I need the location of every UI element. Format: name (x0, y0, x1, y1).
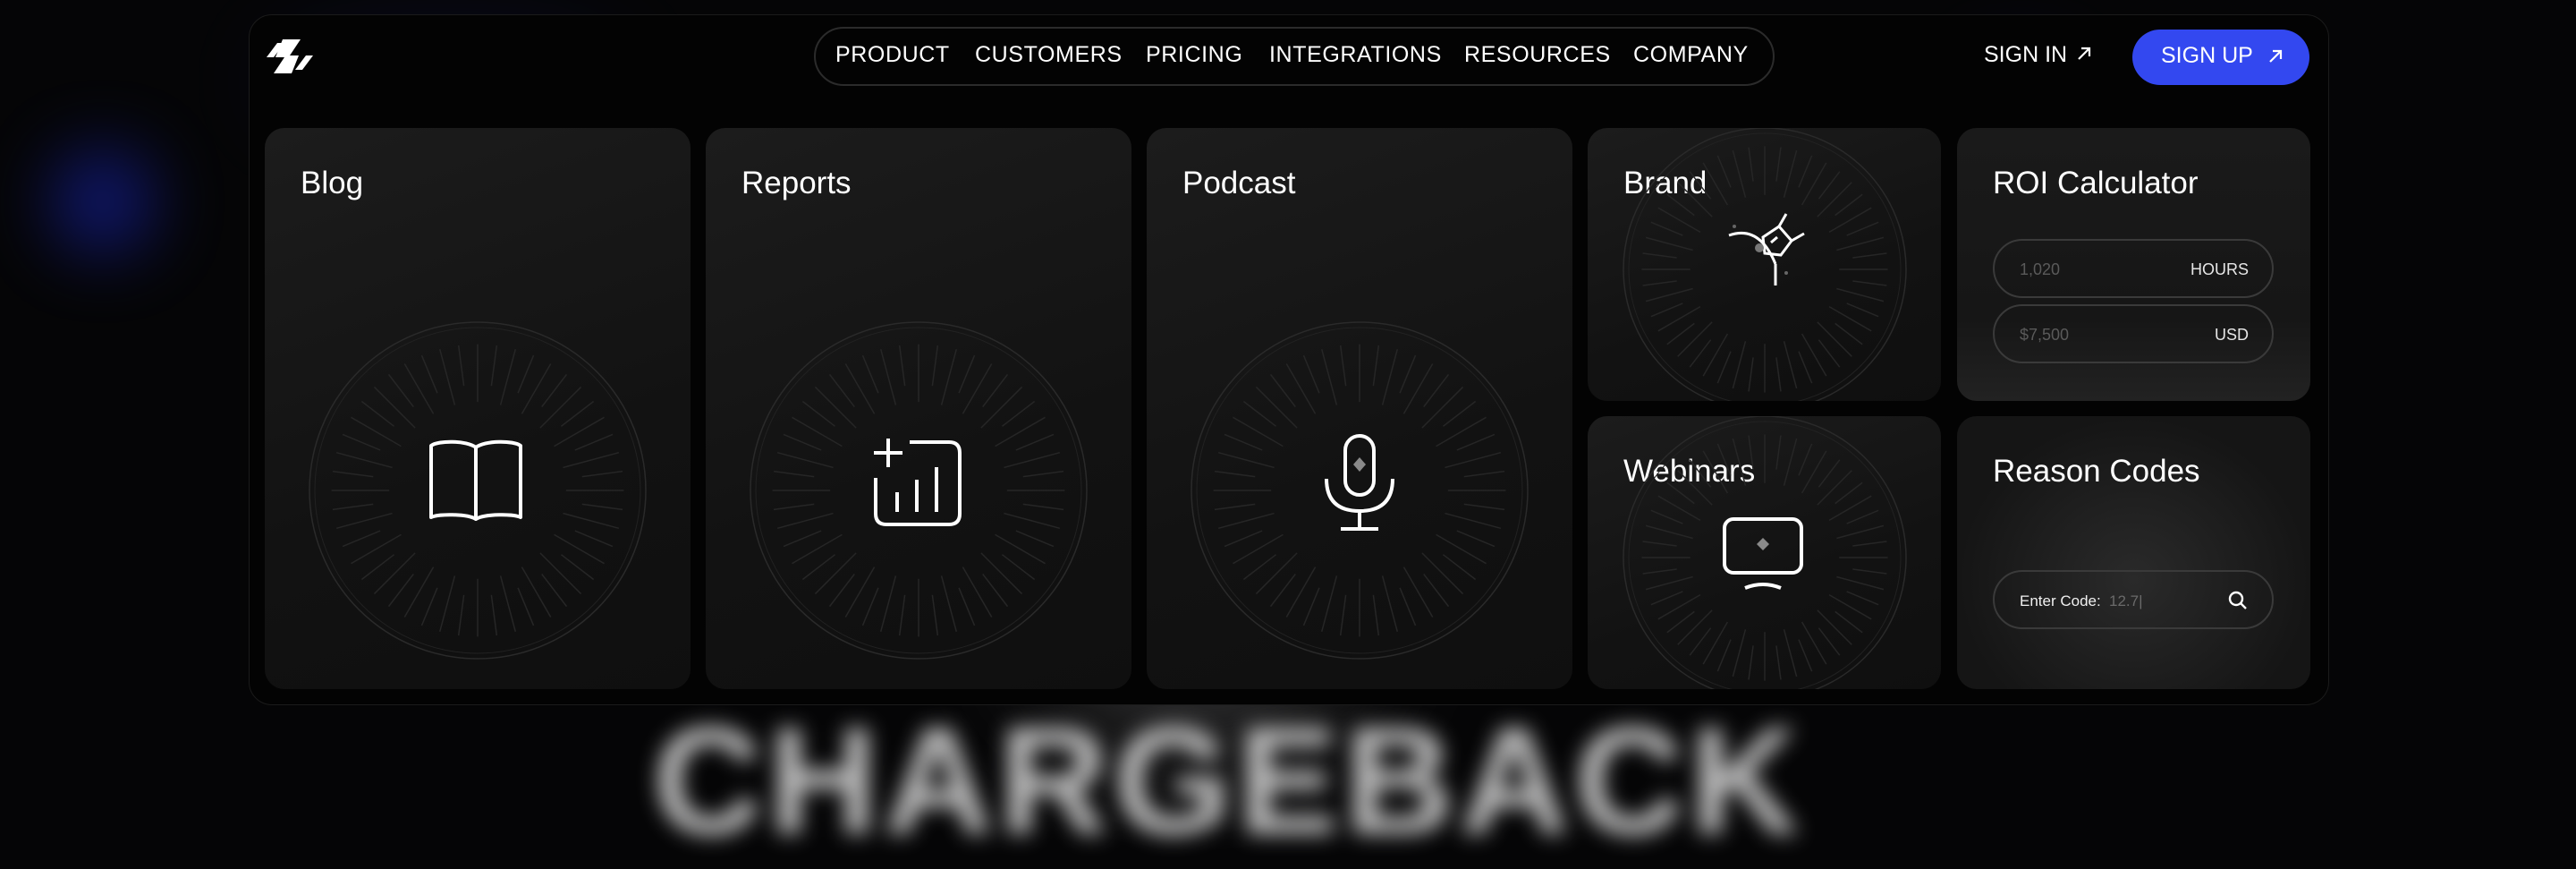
card-reason-codes[interactable]: Reason Codes Enter Code: 12.7| (1957, 416, 2310, 689)
card-roi-calculator[interactable]: ROI Calculator 1,020 HOURS $7,500 USD (1957, 128, 2310, 401)
card-brand[interactable]: Brand (1588, 128, 1941, 401)
nav-pricing[interactable]: PRICING (1146, 42, 1242, 68)
reason-code-value: 12.7| (2109, 592, 2143, 609)
hoop-logo-icon[interactable] (265, 38, 315, 75)
hours-unit: HOURS (2190, 260, 2249, 278)
sign-up-button[interactable]: SIGN UP (2132, 30, 2309, 85)
nav-company[interactable]: COMPANY (1633, 42, 1749, 68)
card-title: Blog (301, 166, 364, 200)
microphone-icon (1325, 434, 1394, 531)
bar-chart-plus-icon (874, 439, 962, 526)
card-reports[interactable]: Reports (706, 128, 1131, 689)
usd-field[interactable]: $7,500 USD (1993, 304, 2274, 363)
blue-glow (54, 152, 152, 251)
arrow-up-right-icon (2269, 49, 2283, 63)
reason-code-input[interactable]: Enter Code: 12.7| (1993, 570, 2274, 629)
nav-customers[interactable]: CUSTOMERS (975, 42, 1123, 68)
arrow-up-right-icon (2078, 47, 2091, 60)
hours-value: 1,020 (2020, 260, 2061, 278)
card-podcast[interactable]: Podcast (1147, 128, 1572, 689)
sign-up-label: SIGN UP (2161, 43, 2253, 68)
sign-in-link[interactable]: SIGN IN (1984, 42, 2067, 68)
nav-integrations[interactable]: INTEGRATIONS (1269, 42, 1442, 68)
card-title: Reports (741, 166, 852, 200)
card-blog[interactable]: Blog (265, 128, 691, 689)
book-icon (429, 439, 522, 521)
usd-value: $7,500 (2020, 326, 2070, 344)
hours-field[interactable]: 1,020 HOURS (1993, 239, 2274, 298)
card-title: ROI Calculator (1993, 166, 2199, 200)
monitor-icon (1723, 517, 1803, 590)
card-webinars[interactable]: Webinars (1588, 416, 1941, 689)
search-icon[interactable] (2227, 590, 2249, 611)
pen-tool-icon (1728, 213, 1805, 285)
background-headline: CHARGEBACK (653, 696, 1805, 866)
nav-product[interactable]: PRODUCT (835, 42, 950, 68)
nav-resources[interactable]: RESOURCES (1464, 42, 1611, 68)
reason-code-label: Enter Code: (2020, 592, 2101, 609)
usd-unit: USD (2214, 326, 2249, 344)
card-title: Podcast (1182, 166, 1296, 200)
card-title: Reason Codes (1993, 454, 2200, 489)
